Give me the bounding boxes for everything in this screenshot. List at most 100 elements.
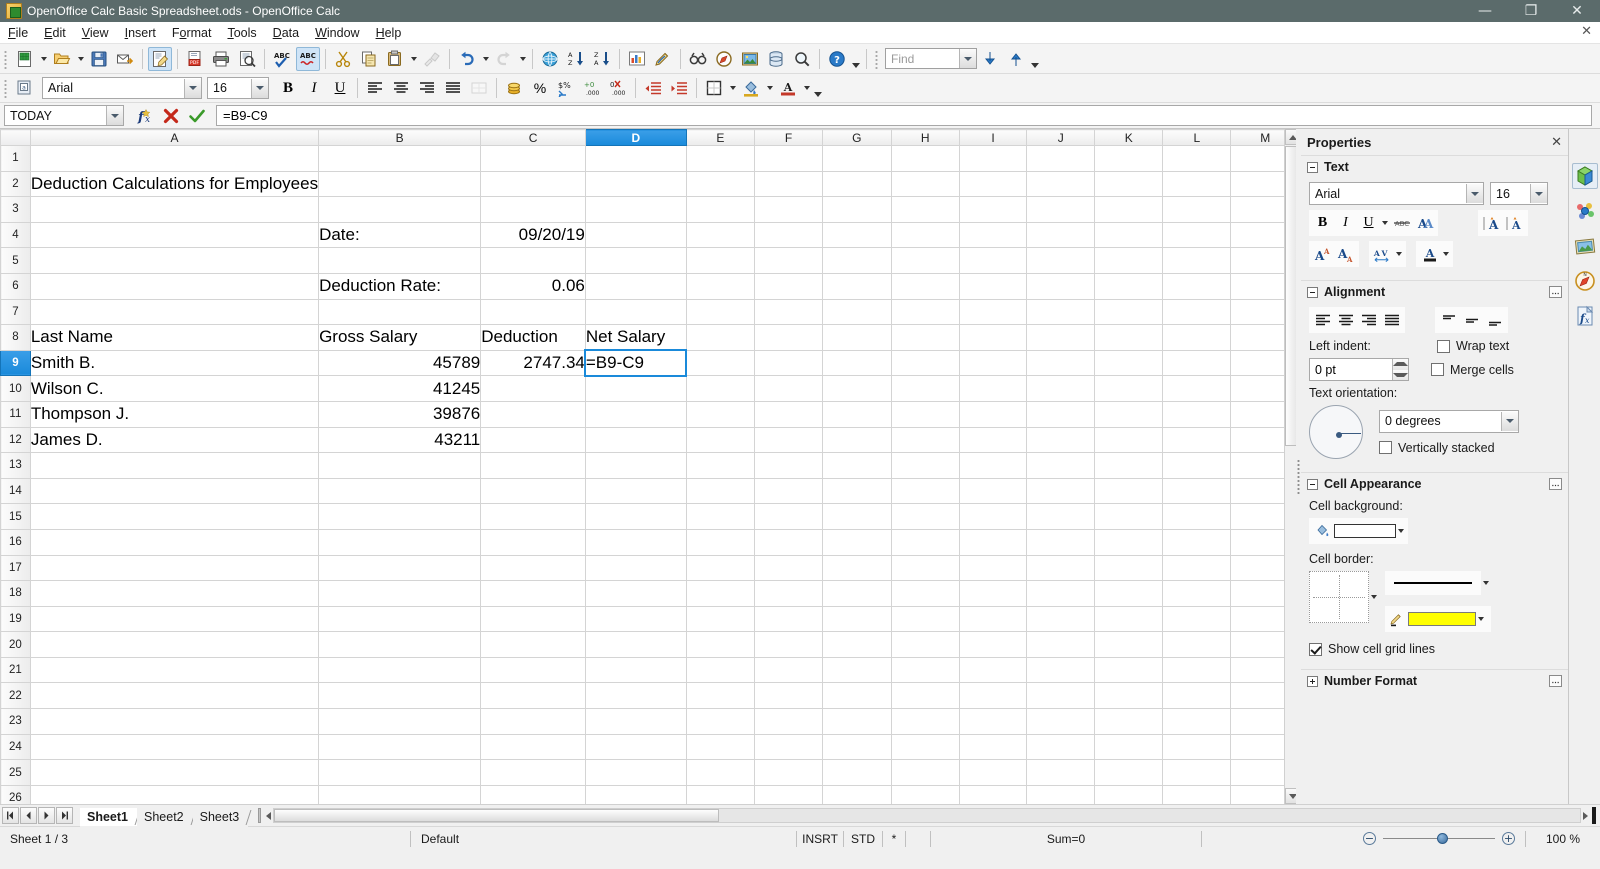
orientation-degrees-combobox[interactable]: 0 degrees xyxy=(1379,409,1519,433)
cell-K24[interactable] xyxy=(1094,733,1164,761)
cell-F18[interactable] xyxy=(753,580,824,607)
cell-J4[interactable] xyxy=(1026,221,1096,249)
cell-F5[interactable] xyxy=(753,247,824,274)
border-color-dropdown-icon[interactable] xyxy=(1476,608,1486,630)
cell-L25[interactable] xyxy=(1162,759,1232,786)
cell-G10[interactable] xyxy=(822,375,892,402)
cell-D4[interactable] xyxy=(584,221,687,249)
cell-B20[interactable] xyxy=(318,631,482,658)
cell-I26[interactable] xyxy=(958,784,1028,804)
previous-sheet-icon[interactable] xyxy=(20,807,37,824)
cell-C1[interactable] xyxy=(480,145,586,172)
cell-G7[interactable] xyxy=(822,298,892,326)
cell-G12[interactable] xyxy=(822,426,892,454)
menu-item-format[interactable]: Format xyxy=(164,24,220,42)
cell-D2[interactable] xyxy=(584,170,687,198)
cell-G25[interactable] xyxy=(822,759,892,786)
table-row[interactable]: 20 xyxy=(0,631,1300,658)
cell-K1[interactable] xyxy=(1094,145,1164,172)
cell-I14[interactable] xyxy=(958,477,1028,505)
status-page-style[interactable]: Default xyxy=(411,830,796,848)
find-previous-icon[interactable] xyxy=(1004,47,1028,71)
underline-icon[interactable]: U xyxy=(328,76,352,100)
sidebar-character-spacing-dropdown-icon[interactable] xyxy=(1394,243,1404,265)
borders-dropdown-icon[interactable] xyxy=(727,76,738,100)
column-header-F[interactable]: F xyxy=(753,129,824,146)
text-orientation-dial[interactable] xyxy=(1309,405,1363,459)
find-replace-icon[interactable] xyxy=(686,47,710,71)
cell-D24[interactable] xyxy=(584,733,687,761)
cell-L16[interactable] xyxy=(1162,528,1232,556)
last-sheet-icon[interactable] xyxy=(56,807,73,824)
cell-C13[interactable] xyxy=(480,452,586,479)
sidebar-font-color-dropdown-icon[interactable] xyxy=(1441,243,1451,265)
cell-L12[interactable] xyxy=(1162,426,1232,454)
column-header-D[interactable]: D xyxy=(584,129,687,146)
cell-B18[interactable] xyxy=(318,580,482,607)
cell-E5[interactable] xyxy=(685,247,755,274)
cell-B17[interactable] xyxy=(318,554,482,582)
menu-item-insert[interactable]: Insert xyxy=(117,24,164,42)
sort-ascending-icon[interactable]: AZ xyxy=(564,47,588,71)
cell-L9[interactable] xyxy=(1162,349,1232,377)
spelling-icon[interactable]: ABC xyxy=(270,47,294,71)
sidebar-superscript-icon[interactable]: AA xyxy=(1311,243,1334,265)
cell-L19[interactable] xyxy=(1162,605,1232,633)
cell-E15[interactable] xyxy=(685,503,755,530)
insert-chart-icon[interactable] xyxy=(625,47,649,71)
cell-C23[interactable] xyxy=(480,708,586,735)
gallery-icon[interactable] xyxy=(738,47,762,71)
cell-A14[interactable] xyxy=(29,477,320,505)
cell-F22[interactable] xyxy=(753,682,824,710)
cell-I19[interactable] xyxy=(958,605,1028,633)
find-input[interactable]: Find xyxy=(885,48,977,69)
cell-D8[interactable]: Net Salary xyxy=(584,324,687,351)
cell-I13[interactable] xyxy=(958,452,1028,479)
sidebar-align-center-icon[interactable] xyxy=(1334,309,1357,331)
hyperlink-icon[interactable] xyxy=(538,47,562,71)
cell-L23[interactable] xyxy=(1162,708,1232,735)
cell-G11[interactable] xyxy=(822,400,892,428)
percent-format-icon[interactable]: % xyxy=(528,76,552,100)
standard-toolbar-overflow-icon[interactable] xyxy=(850,46,862,72)
cell-I17[interactable] xyxy=(958,554,1028,582)
cell-D5[interactable] xyxy=(584,247,687,274)
cell-C10[interactable] xyxy=(480,375,586,402)
cell-G26[interactable] xyxy=(822,784,892,804)
row-header-3[interactable]: 3 xyxy=(0,196,31,223)
cell-L15[interactable] xyxy=(1162,503,1232,530)
cell-H19[interactable] xyxy=(890,605,960,633)
cell-L2[interactable] xyxy=(1162,170,1232,198)
function-wizard-icon[interactable]: fx xyxy=(133,104,157,128)
clone-formatting-icon[interactable] xyxy=(420,47,444,71)
save-document-icon[interactable] xyxy=(87,47,111,71)
cell-G2[interactable] xyxy=(822,170,892,198)
cell-D22[interactable] xyxy=(584,682,687,710)
cell-D26[interactable] xyxy=(584,784,687,804)
cell-C4[interactable]: 09/20/19 xyxy=(480,221,586,249)
border-line-style-dropdown-icon[interactable] xyxy=(1481,572,1491,594)
cell-E22[interactable] xyxy=(685,682,755,710)
cell-D3[interactable] xyxy=(584,196,687,223)
cell-J26[interactable] xyxy=(1026,784,1096,804)
row-header-11[interactable]: 11 xyxy=(0,400,31,428)
cell-E17[interactable] xyxy=(685,554,755,582)
cell-K6[interactable] xyxy=(1094,272,1164,300)
sidebar-align-left-icon[interactable] xyxy=(1311,309,1334,331)
sidebar-strikethrough-icon[interactable]: ABC xyxy=(1390,212,1413,234)
font-size-combobox[interactable]: 16 xyxy=(207,77,269,99)
export-pdf-icon[interactable]: PDF xyxy=(183,47,207,71)
cell-J1[interactable] xyxy=(1026,145,1096,172)
column-header-C[interactable]: C xyxy=(480,129,586,146)
cell-E6[interactable] xyxy=(685,272,755,300)
cell-B16[interactable] xyxy=(318,528,482,556)
cell-K18[interactable] xyxy=(1094,580,1164,607)
cell-background-color-icon[interactable] xyxy=(1311,520,1334,542)
cell-A26[interactable] xyxy=(29,784,320,804)
font-color-icon[interactable]: A xyxy=(776,76,800,100)
status-signature[interactable] xyxy=(906,830,930,848)
column-header-I[interactable]: I xyxy=(958,129,1028,146)
table-row[interactable]: 18 xyxy=(0,580,1300,607)
name-box[interactable]: TODAY xyxy=(4,105,124,126)
font-size-dropdown-icon[interactable] xyxy=(251,78,268,98)
